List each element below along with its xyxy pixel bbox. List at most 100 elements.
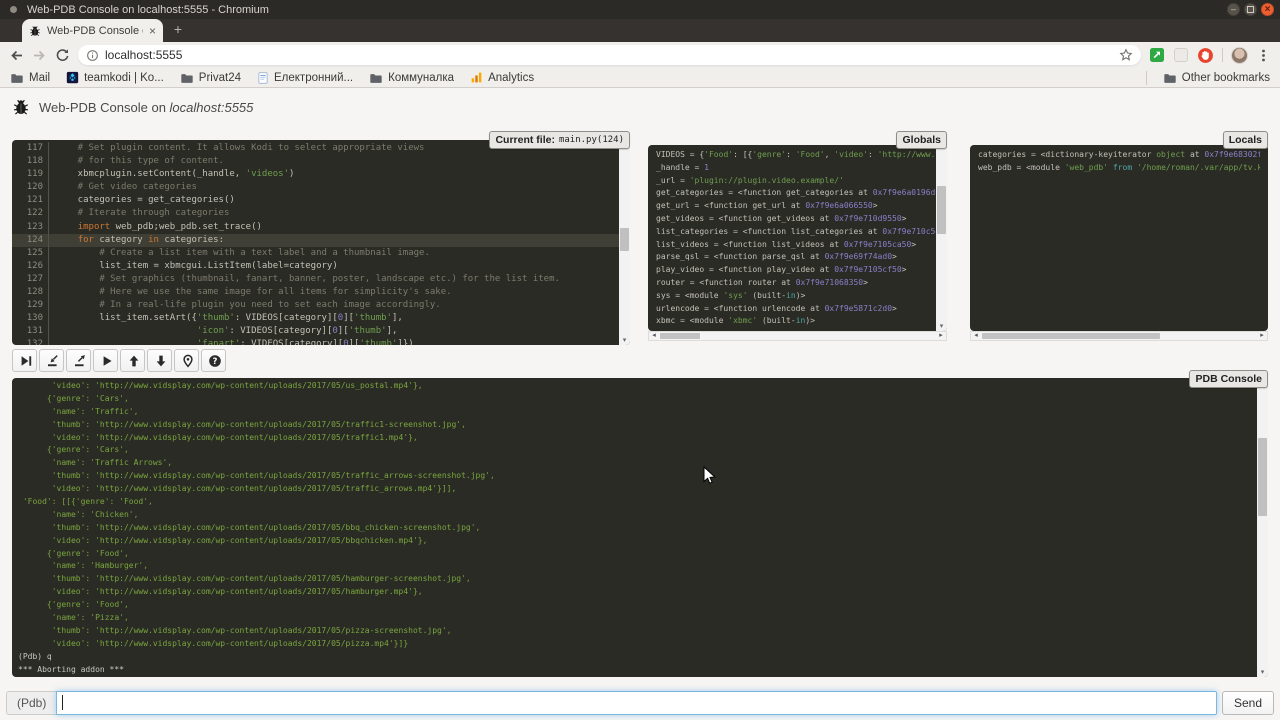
console-line: 'thumb': 'http://www.vidsplay.com/wp-con… (18, 419, 1262, 432)
next-button[interactable] (12, 349, 37, 372)
send-button[interactable]: Send (1222, 691, 1274, 715)
console-vertical-scrollbar[interactable] (1257, 378, 1268, 677)
extension-disabled-icon[interactable] (1173, 47, 1189, 63)
scrollbar-thumb[interactable] (1258, 438, 1267, 516)
code-line-118: 118 # for this type of content. (12, 155, 630, 168)
code-lines: 117 # Set plugin content. It allows Kodi… (12, 140, 630, 345)
console-lines: 'video': 'http://www.vidsplay.com/wp-con… (12, 378, 1268, 677)
forward-icon[interactable] (32, 48, 47, 63)
bookmark-label: Коммуналка (388, 72, 454, 84)
scroll-down-arrow-icon[interactable] (936, 322, 947, 331)
bookmark-analytics[interactable]: Analytics (470, 71, 534, 84)
console-line: 'Food': [[{'genre': 'Food', (18, 496, 1262, 509)
tab-strip: Web-PDB Console on loca × + (0, 19, 1280, 42)
up-button[interactable] (120, 349, 145, 372)
code-line-131: 131 'icon': VIDEOS[category][0]['thumb']… (12, 325, 630, 338)
pdb-command-input[interactable] (56, 691, 1217, 715)
down-button[interactable] (147, 349, 172, 372)
console-line: 'name': 'Hamburger', (18, 560, 1262, 573)
maximize-icon (1247, 6, 1254, 13)
reload-icon[interactable] (55, 48, 70, 63)
profile-avatar[interactable] (1231, 47, 1248, 64)
locals-panel: Locals categories = <dictionary-keyitera… (970, 145, 1268, 341)
console-line: 'video': 'http://www.vidsplay.com/wp-con… (18, 432, 1262, 445)
browser-toolbar: localhost:5555 (0, 42, 1280, 68)
scrollbar-thumb[interactable] (982, 333, 1160, 339)
variable-line: _url = 'plugin://plugin.video.example/' (656, 175, 939, 188)
extension-green-icon[interactable] (1149, 47, 1165, 63)
help-icon: ? (208, 354, 222, 368)
scrollbar-thumb[interactable] (620, 228, 629, 251)
globals-panel: Globals VIDEOS = {'Food': [{'genre': 'Fo… (648, 145, 947, 341)
scroll-down-arrow-icon[interactable] (619, 336, 630, 345)
bookmark-star-icon[interactable] (1119, 48, 1133, 62)
scrollbar-thumb[interactable] (660, 333, 700, 339)
globals-horizontal-scrollbar[interactable] (648, 331, 947, 341)
scroll-down-arrow-icon[interactable] (1257, 668, 1268, 677)
variable-line: get_categories = <function get_categorie… (656, 187, 939, 200)
bookmark-label: Mail (29, 72, 50, 84)
scroll-left-arrow-icon[interactable] (649, 332, 659, 340)
back-icon[interactable] (9, 48, 24, 63)
bookmark-privat24[interactable]: Privat24 (180, 71, 241, 85)
variable-line: categories = <dictionary-keyiterator obj… (978, 149, 1260, 162)
variable-line: VIDEOS = {'Food': [{'genre': 'Food', 'vi… (656, 149, 939, 162)
return-button[interactable] (66, 349, 91, 372)
console-line: (Pdb) q (18, 651, 1262, 664)
step-button[interactable] (39, 349, 64, 372)
bookmark-label: Analytics (488, 72, 534, 84)
tab-close-icon[interactable]: × (149, 24, 156, 38)
minimize-button[interactable]: – (1227, 3, 1240, 16)
bookmark-electronic[interactable]: Електронний... (257, 71, 353, 85)
scrollbar-thumb[interactable] (937, 186, 946, 234)
variable-line: _handle = 1 (656, 162, 939, 175)
console-line: {'genre': 'Food', (18, 548, 1262, 561)
console-line: 'thumb': 'http://www.vidsplay.com/wp-con… (18, 573, 1262, 586)
page-header: Web-PDB Console on localhost:5555 (12, 98, 253, 116)
new-tab-button[interactable]: + (170, 22, 186, 38)
bookmark-teamkodi[interactable]: teamkodi | Ko... (66, 71, 164, 84)
close-button[interactable]: × (1261, 3, 1274, 16)
web-pdb-page: Web-PDB Console on localhost:5555 Curren… (0, 89, 1280, 720)
step-out-icon (73, 354, 87, 368)
variable-line: get_videos = <function get_videos at 0x7… (656, 213, 939, 226)
globals-tab-label: Globals (902, 134, 941, 146)
page-info-icon[interactable] (86, 49, 99, 62)
bookmark-kommunalka[interactable]: Коммуналка (369, 71, 454, 85)
code-line-127: 127 # Set graphics (thumbnail, fanart, b… (12, 273, 630, 286)
code-line-129: 129 # In a real-life plugin you need to … (12, 299, 630, 312)
browser-window: Web-PDB Console on localhost:5555 - Chro… (0, 0, 1280, 720)
help-button[interactable]: ? (201, 349, 226, 372)
scroll-right-arrow-icon[interactable] (936, 332, 946, 340)
code-vertical-scrollbar[interactable] (619, 140, 630, 345)
variable-line: sys = <module 'sys' (built-in)> (656, 290, 939, 303)
other-bookmarks-button[interactable]: Other bookmarks (1163, 71, 1270, 85)
scroll-right-arrow-icon[interactable] (1257, 332, 1267, 340)
toolbar-divider (1222, 48, 1223, 62)
globals-lines: VIDEOS = {'Food': [{'genre': 'Food', 'vi… (648, 145, 947, 331)
code-line-121: 121 categories = get_categories() (12, 194, 630, 207)
console-line: 'thumb': 'http://www.vidsplay.com/wp-con… (18, 522, 1262, 535)
browser-tab[interactable]: Web-PDB Console on loca × (22, 19, 163, 42)
where-button[interactable] (174, 349, 199, 372)
browser-menu-icon[interactable] (1256, 48, 1271, 63)
bookmark-label: Privat24 (199, 72, 241, 84)
bookmarks-bar: Mail teamkodi | Ko... Privat24 Електронн… (0, 68, 1280, 88)
console-line: 'name': 'Chicken', (18, 509, 1262, 522)
globals-vertical-scrollbar[interactable] (936, 145, 947, 331)
continue-button[interactable] (93, 349, 118, 372)
tab-favicon-bug-icon (29, 25, 41, 37)
console-line: 'video': 'http://www.vidsplay.com/wp-con… (18, 638, 1262, 651)
scroll-left-arrow-icon[interactable] (971, 332, 981, 340)
bookmark-mail[interactable]: Mail (10, 71, 50, 85)
locals-horizontal-scrollbar[interactable] (970, 331, 1268, 341)
folder-icon (180, 71, 194, 85)
address-bar[interactable]: localhost:5555 (78, 45, 1141, 65)
locals-tab: Locals (1223, 131, 1268, 149)
extension-adblock-icon[interactable] (1197, 47, 1214, 64)
bookmark-label: Електронний... (274, 72, 353, 84)
tab-title: Web-PDB Console on loca (47, 25, 143, 37)
bug-icon (12, 98, 30, 116)
maximize-button[interactable] (1244, 3, 1257, 16)
url-text[interactable]: localhost:5555 (105, 48, 1113, 62)
